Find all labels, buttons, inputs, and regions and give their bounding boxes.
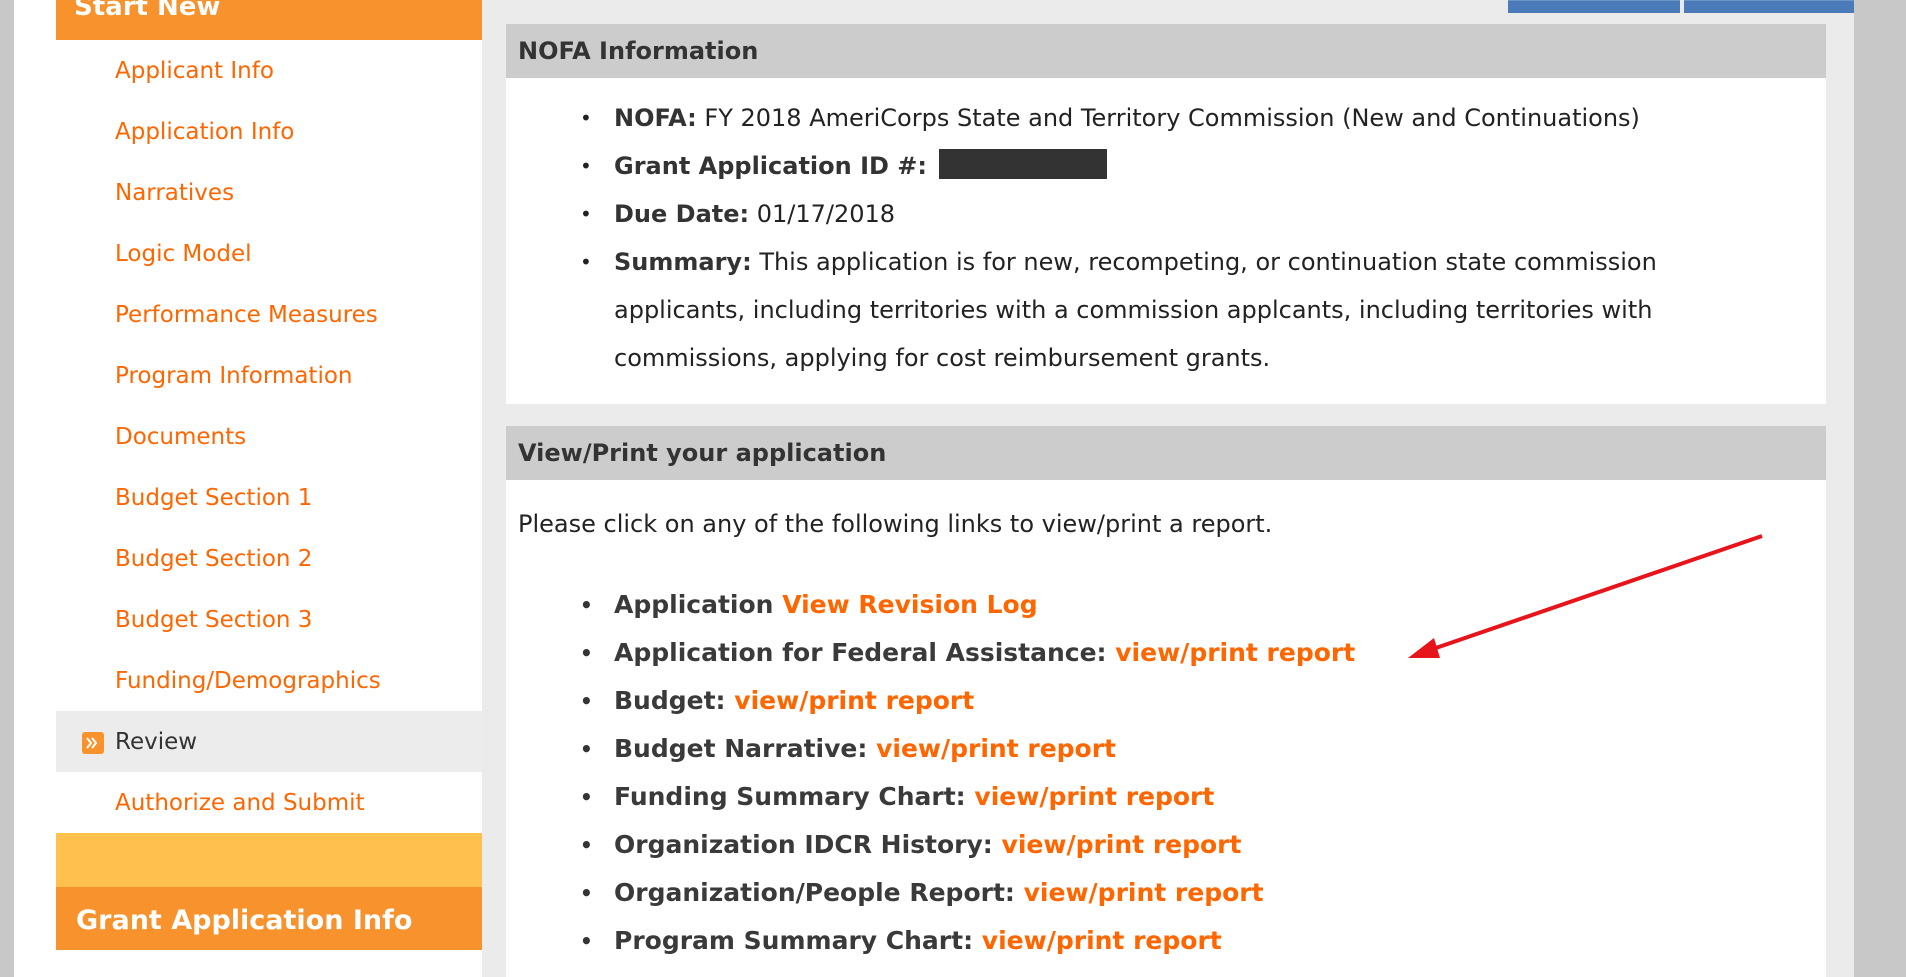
sidebar-item-label: Funding/Demographics [115, 668, 381, 694]
sidebar-item-logic-model[interactable]: Logic Model [56, 223, 482, 284]
sidebar-header: Start New [56, 0, 482, 40]
list-item: Program Summary Chart: view/print report [506, 917, 1826, 965]
sidebar-nav: Applicant Info Application Info Narrativ… [56, 40, 482, 833]
sidebar-item-label: Authorize and Submit [115, 790, 365, 816]
sidebar-item-budget-section-2[interactable]: Budget Section 2 [56, 528, 482, 589]
idcr-history-report-link[interactable]: view/print report [1002, 830, 1242, 859]
list-item: Due Date: 01/17/2018 [506, 190, 1826, 238]
sidebar-item-label: Program Information [115, 363, 353, 389]
list-item: Organization/People Report: view/print r… [506, 869, 1826, 917]
sidebar-item-authorize-and-submit[interactable]: Authorize and Submit [56, 772, 482, 833]
budget-narrative-report-link[interactable]: view/print report [876, 734, 1116, 763]
summary-value: This application is for new, recompeting… [614, 248, 1657, 372]
sidebar-item-label: Performance Measures [115, 302, 378, 328]
budget-report-link[interactable]: view/print report [734, 686, 974, 715]
arrow-right-icon [82, 732, 104, 754]
report-label: Organization/People Report: [614, 878, 1015, 907]
list-item: Summary: This application is for new, re… [506, 238, 1826, 382]
report-label: Application for Federal Assistance: [614, 638, 1107, 667]
view-print-panel-title: View/Print your application [506, 426, 1826, 480]
view-print-panel: View/Print your application Please click… [506, 426, 1826, 977]
report-label: Program Summary Chart: [614, 926, 974, 955]
list-item: Organization IDCR History: view/print re… [506, 821, 1826, 869]
list-item: Budget Narrative: view/print report [506, 725, 1826, 773]
sidebar-item-label: Documents [115, 424, 247, 450]
nofa-panel: NOFA Information NOFA: FY 2018 AmeriCorp… [506, 24, 1826, 404]
list-item: Funding Summary Chart: view/print report [506, 773, 1826, 821]
sidebar-item-label: Application Info [115, 119, 295, 145]
summary-label: Summary: [614, 248, 752, 276]
sidebar-item-label: Budget Section 3 [115, 607, 313, 633]
sidebar-item-label: Applicant Info [115, 58, 274, 84]
sidebar-item-label: Budget Section 2 [115, 546, 313, 572]
nofa-info-list: NOFA: FY 2018 AmeriCorps State and Terri… [506, 94, 1826, 382]
report-label: Organization IDCR History: [614, 830, 993, 859]
sidebar-spacer [56, 833, 482, 887]
list-item: Grant Application ID #: [506, 142, 1826, 190]
sidebar-item-program-information[interactable]: Program Information [56, 345, 482, 406]
sidebar-item-label: Review [115, 729, 198, 755]
list-item: NOFA: FY 2018 AmeriCorps State and Terri… [506, 94, 1826, 142]
right-gutter [1854, 0, 1906, 977]
view-print-intro: Please click on any of the following lin… [518, 510, 1273, 538]
sidebar-item-applicant-info[interactable]: Applicant Info [56, 40, 482, 101]
sidebar-footer[interactable]: Grant Application Info [56, 887, 482, 950]
federal-assistance-report-link[interactable]: view/print report [1115, 638, 1355, 667]
sidebar-item-funding-demographics[interactable]: Funding/Demographics [56, 650, 482, 711]
nofa-value: FY 2018 AmeriCorps State and Territory C… [704, 104, 1640, 132]
sidebar-item-label: Budget Section 1 [115, 485, 313, 511]
organization-people-report-link[interactable]: view/print report [1024, 878, 1264, 907]
sidebar-header-label: Start New [74, 0, 221, 22]
sidebar-item-documents[interactable]: Documents [56, 406, 482, 467]
report-label: Budget Narrative: [614, 734, 868, 763]
due-date-label: Due Date: [614, 200, 750, 228]
report-label: Funding Summary Chart: [614, 782, 966, 811]
annotation-arrow-icon [1408, 534, 1763, 658]
nofa-label: NOFA: [614, 104, 697, 132]
program-summary-report-link[interactable]: view/print report [982, 926, 1222, 955]
sidebar-footer-label: Grant Application Info [76, 905, 413, 936]
sidebar-item-budget-section-3[interactable]: Budget Section 3 [56, 589, 482, 650]
due-date-value: 01/17/2018 [756, 200, 896, 228]
report-label: Budget: [614, 686, 726, 715]
top-tab-right[interactable] [1684, 0, 1854, 13]
sidebar-item-narratives[interactable]: Narratives [56, 162, 482, 223]
sidebar-item-budget-section-1[interactable]: Budget Section 1 [56, 467, 482, 528]
sidebar-item-label: Logic Model [115, 241, 252, 267]
report-label: Application [614, 590, 774, 619]
view-revision-log-link[interactable]: View Revision Log [782, 590, 1037, 619]
sidebar-item-performance-measures[interactable]: Performance Measures [56, 284, 482, 345]
redacted-grant-id [938, 149, 1107, 179]
funding-summary-report-link[interactable]: view/print report [974, 782, 1214, 811]
list-item: Budget: view/print report [506, 677, 1826, 725]
top-tab-left[interactable] [1508, 0, 1680, 13]
sidebar-item-application-info[interactable]: Application Info [56, 101, 482, 162]
left-white-strip [14, 0, 56, 977]
sidebar-item-review[interactable]: Review [56, 711, 482, 772]
page: Start New Applicant Info Application Inf… [0, 0, 1906, 977]
sidebar: Start New Applicant Info Application Inf… [56, 0, 482, 977]
nofa-panel-title: NOFA Information [506, 24, 1826, 78]
sidebar-item-label: Narratives [115, 180, 235, 206]
grant-id-label: Grant Application ID #: [614, 152, 927, 180]
